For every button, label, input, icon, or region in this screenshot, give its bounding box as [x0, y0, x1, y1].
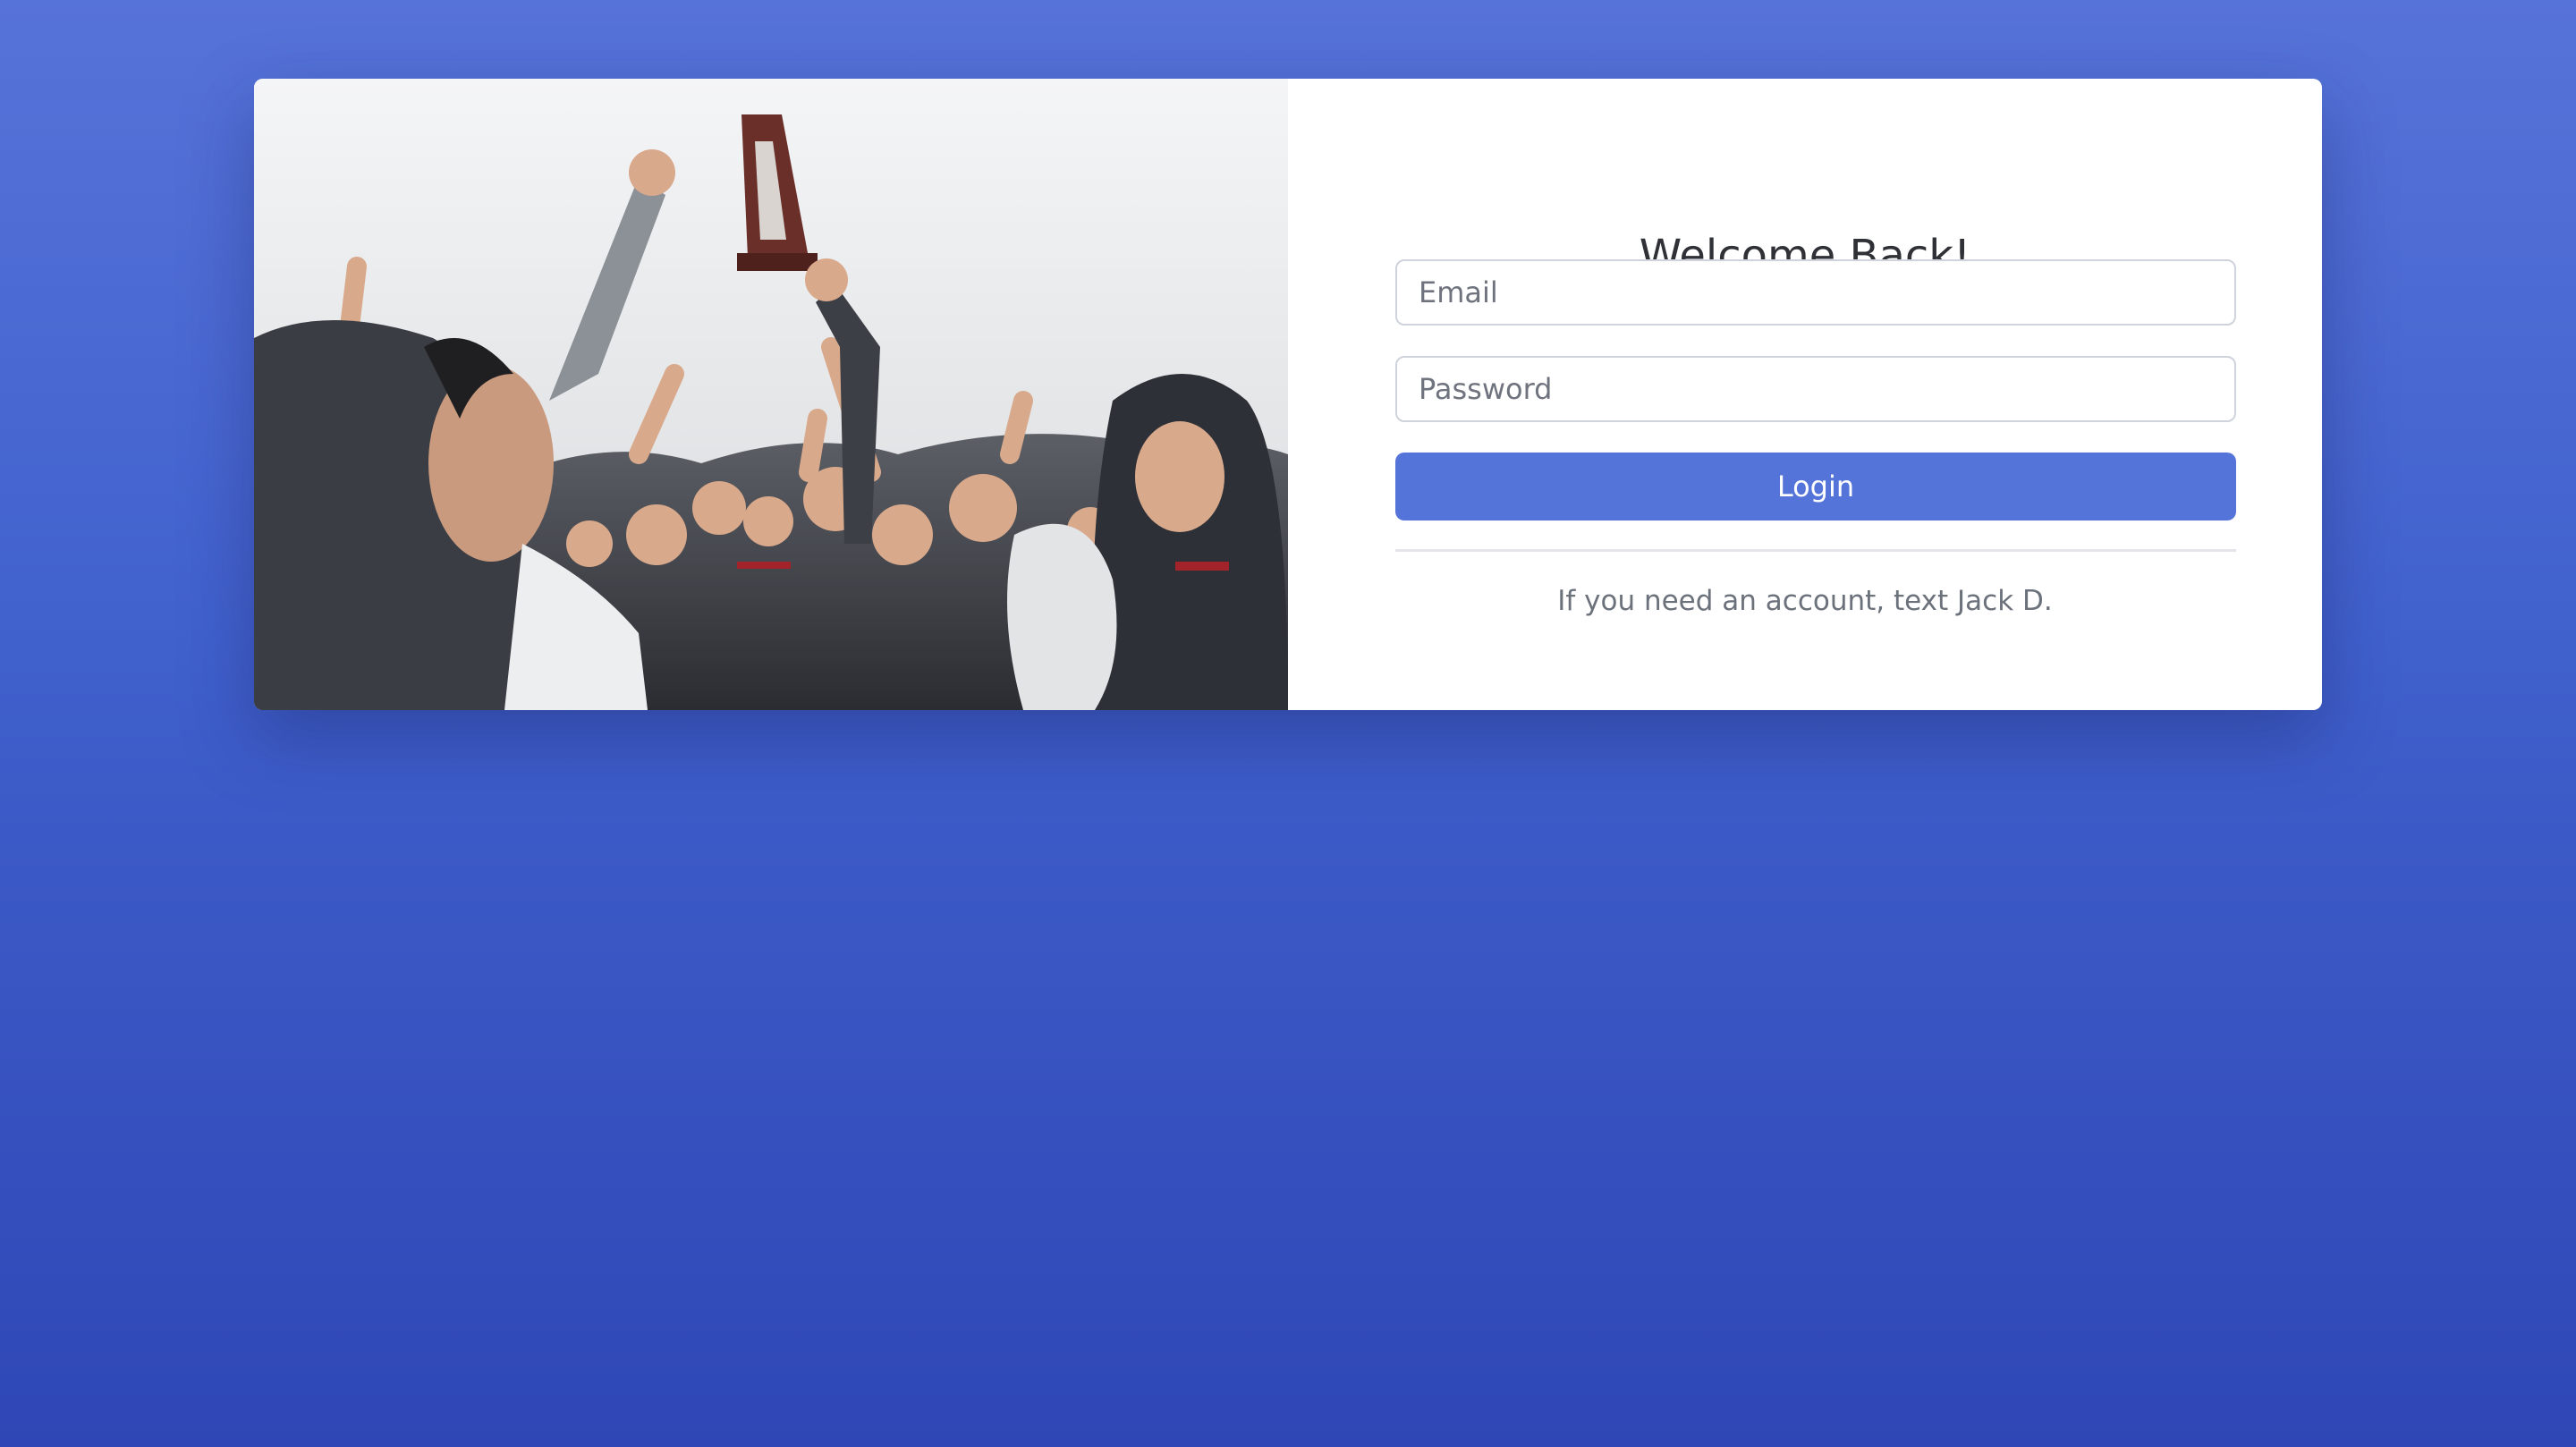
account-hint-text: If you need an account, text Jack D.: [1557, 585, 2053, 617]
login-form-panel: Welcome Back! Login If you need an accou…: [1288, 79, 2322, 710]
login-card: Welcome Back! Login If you need an accou…: [254, 79, 2322, 710]
login-button[interactable]: Login: [1395, 453, 2236, 520]
email-field[interactable]: [1395, 259, 2236, 326]
team-celebration-photo: [254, 79, 1288, 710]
password-field[interactable]: [1395, 356, 2236, 422]
divider: [1395, 549, 2236, 552]
